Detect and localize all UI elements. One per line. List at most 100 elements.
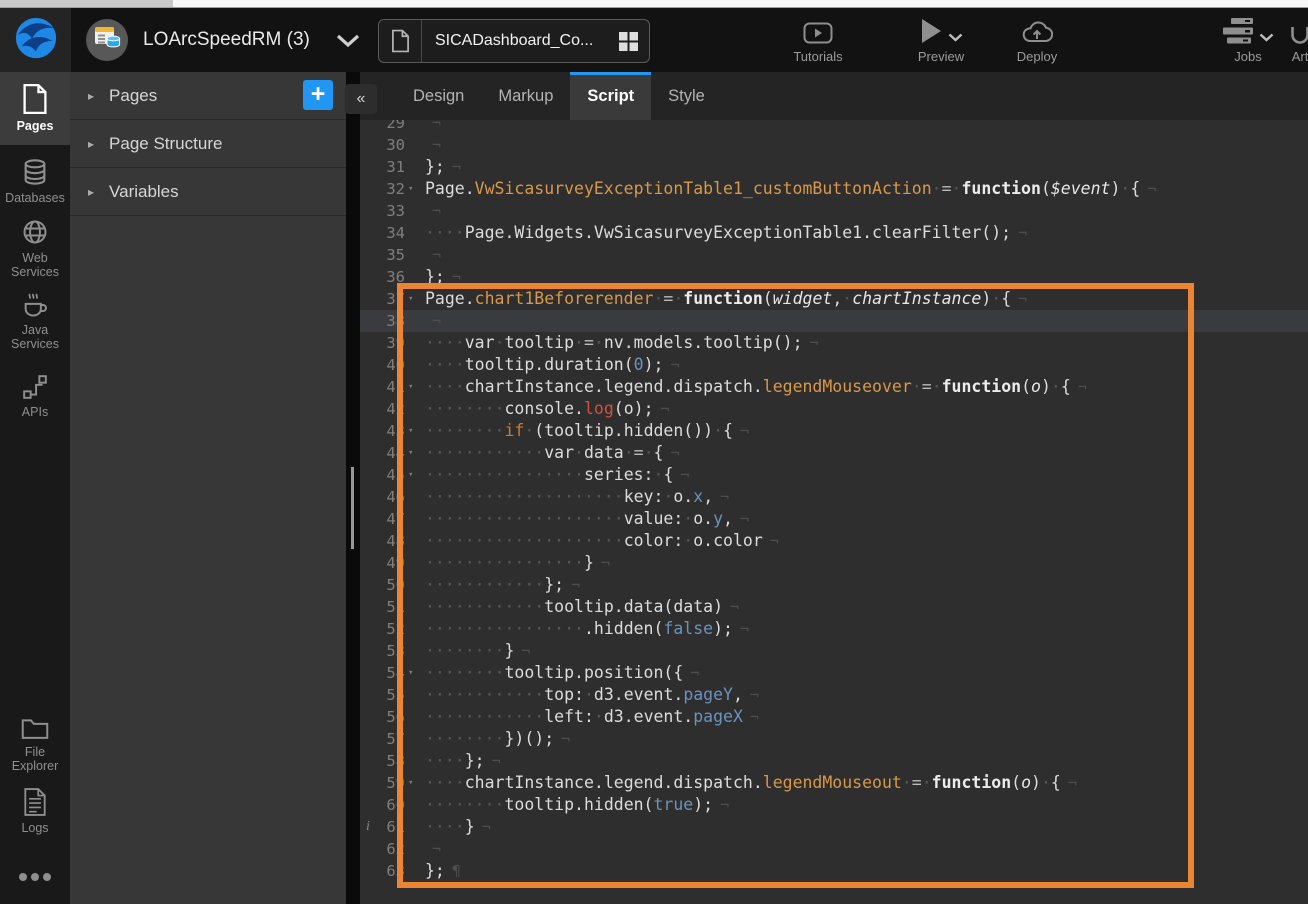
code-text[interactable]: ········if·(tooltip.hidden())·{ [425,420,733,442]
code-line: 40····tooltip.duration(0);¬ [360,354,1308,376]
tab-markup[interactable]: Markup [481,72,570,120]
sidebar-item-more[interactable] [0,864,70,896]
topbar-action-deploy[interactable]: Deploy [1005,8,1069,72]
end-of-line-marker: ¬ [690,662,699,684]
code-text[interactable]: ····}; [425,750,485,772]
code-text[interactable]: ············}; [425,574,564,596]
line-gutter: 46 [360,486,425,508]
topbar-action-label: Jobs [1234,49,1261,64]
sidebar-item-web-services[interactable]: Web Services [0,214,70,280]
code-line: 63};¶ [360,860,1308,882]
code-text[interactable]: }; [425,156,445,178]
sidebar-item-databases[interactable]: Databases [0,154,70,210]
code-text[interactable]: ····················value:·o.y, [425,508,733,530]
tab-design[interactable]: Design [396,72,481,120]
editor-tab-bar: DesignMarkupScriptStyle [360,72,1308,120]
app-logo[interactable] [0,8,71,72]
code-text[interactable]: Page.chart1Beforerender·=·function(widge… [425,288,1011,310]
chevron-down-icon[interactable] [1259,33,1274,42]
code-text[interactable]: ····················color:·o.color [425,530,763,552]
end-of-line-marker: ¬ [601,552,610,574]
fold-toggle-icon[interactable]: ▾ [408,420,413,442]
sidebar-item-logs[interactable]: Logs [0,784,70,838]
line-gutter: 42 [360,398,425,420]
line-gutter: 50 [360,574,425,596]
file-icon [379,20,422,62]
end-of-line-marker: ¬ [1147,178,1156,200]
fold-toggle-icon[interactable]: ▾ [408,442,413,464]
caret-right-icon: ▸ [88,185,94,199]
code-text[interactable]: ········tooltip.position({ [425,662,683,684]
chevron-down-icon[interactable] [336,34,360,47]
fold-toggle-icon[interactable]: ▾ [408,288,413,310]
whitespace-dots: · [653,289,663,308]
code-line: 38¬ [360,310,1308,332]
code-text[interactable]: ····} [425,816,475,838]
end-of-line-marker: ¬ [1018,222,1027,244]
sidebar-item-pages[interactable]: Pages [0,72,70,145]
fold-toggle-icon[interactable]: ▾ [408,376,413,398]
topbar-action-preview[interactable]: Preview [908,8,974,72]
whitespace-dots: · [624,443,634,462]
fold-toggle-icon[interactable]: ▾ [408,178,413,200]
end-of-line-marker: ¬ [670,442,679,464]
code-line: 59▾····chartInstance.legend.dispatch.leg… [360,772,1308,794]
panel-section-page-structure[interactable]: ▸Page Structure [70,120,346,168]
code-text[interactable]: ····chartInstance.legend.dispatch.legend… [425,772,1061,794]
topbar-action-jobs[interactable]: Jobs [1222,8,1274,72]
code-text[interactable]: ················.hidden(false); [425,618,733,640]
line-number: 31 [386,156,405,178]
code-text[interactable]: ················series:·{ [425,464,673,486]
fold-toggle-icon[interactable]: ▾ [408,772,413,794]
add-page-button[interactable]: + [303,80,333,110]
sidebar-item-java-services[interactable]: Java Services [0,288,70,354]
open-page-tab[interactable]: SICADashboard_Co... [378,19,650,63]
end-of-line-marker: ¬ [432,244,441,266]
code-text[interactable]: ····var·tooltip·=·nv.models.tooltip(); [425,332,803,354]
code-text[interactable]: ········console.log(o); [425,398,654,420]
tab-style[interactable]: Style [651,72,722,120]
collapse-panel-button[interactable]: « [345,84,377,114]
end-of-line-marker: ¬ [521,640,530,662]
chevron-down-icon[interactable] [948,33,963,42]
vertical-scrollbar[interactable] [351,467,354,549]
panel-section-label: Page Structure [109,134,222,154]
whitespace-dots: ···· [425,773,465,792]
code-text[interactable]: ············left:·d3.event.pageX [425,706,743,728]
code-text[interactable]: ····chartInstance.legend.dispatch.legend… [425,376,1071,398]
code-text[interactable]: ············tooltip.data(data) [425,596,723,618]
code-text[interactable]: }; [425,266,445,288]
code-line: 48····················color:·o.color¬ [360,530,1308,552]
line-gutter: 60 [360,794,425,816]
code-text[interactable]: ············var·data·=·{ [425,442,663,464]
code-text[interactable]: ········} [425,640,514,662]
code-text[interactable]: ····················key:·o.x, [425,486,713,508]
tab-script[interactable]: Script [570,72,651,120]
code-text[interactable]: Page.VwSicasurveyExceptionTable1_customB… [425,178,1140,200]
grid-icon[interactable] [619,32,638,51]
fold-toggle-icon[interactable]: ▾ [408,464,413,486]
line-gutter: 57 [360,728,425,750]
topbar-action-artifacts[interactable]: Art [1280,8,1308,72]
panel-section-pages[interactable]: ▸Pages+ [70,72,346,120]
line-gutter: 62 [360,838,425,860]
open-page-tab-label: SICADashboard_Co... [422,32,619,50]
code-text[interactable]: ············top:·d3.event.pageY, [425,684,743,706]
code-text[interactable]: ················} [425,552,594,574]
topbar-action-tutorials[interactable]: Tutorials [786,8,850,72]
topbar-action-label: Preview [918,49,964,64]
whitespace-dots: · [932,179,942,198]
panel-section-variables[interactable]: ▸Variables [70,168,346,216]
sidebar-item-file-explorer[interactable]: File Explorer [0,712,70,774]
code-text[interactable]: ········})(); [425,728,554,750]
project-selector[interactable]: LOArcSpeedRM (3) [86,8,360,72]
script-code-area[interactable]: 29¬30¬31};¬32▾Page.VwSicasurveyException… [360,112,1308,882]
sidebar-item-label: APIs [22,405,48,419]
sidebar-item-apis[interactable]: APIs [0,370,70,422]
code-text[interactable]: ····Page.Widgets.VwSicasurveyExceptionTa… [425,222,1011,244]
code-text[interactable]: }; [425,860,445,882]
line-number: 51 [386,596,405,618]
code-text[interactable]: ········tooltip.hidden(true); [425,794,713,816]
fold-toggle-icon[interactable]: ▾ [408,662,413,684]
code-text[interactable]: ····tooltip.duration(0); [425,354,663,376]
